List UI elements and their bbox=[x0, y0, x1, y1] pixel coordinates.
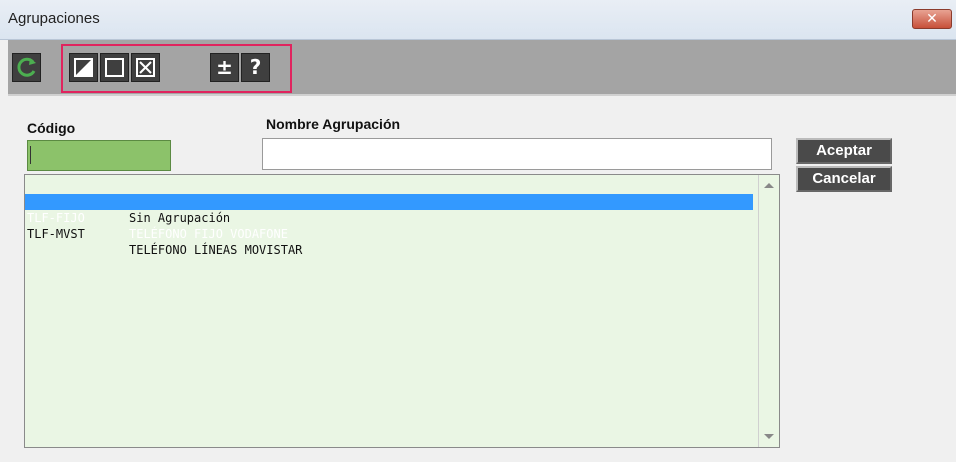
toolbar: ± ? bbox=[8, 40, 956, 96]
empty-square-button[interactable] bbox=[100, 53, 129, 82]
list-item-name: TELÉFONO FIJO VODAFONE bbox=[129, 227, 288, 241]
empty-square-icon bbox=[105, 58, 124, 77]
scroll-down-arrow-icon[interactable] bbox=[764, 434, 774, 439]
refresh-button[interactable] bbox=[12, 53, 41, 82]
code-label: Código bbox=[27, 120, 76, 136]
accept-button[interactable]: Aceptar bbox=[796, 138, 892, 164]
title-bar: Agrupaciones ✕ bbox=[0, 0, 956, 40]
list-item-code: TLF-MVST bbox=[27, 227, 85, 241]
list-scrollbar[interactable] bbox=[758, 175, 779, 447]
agrupaciones-window: Agrupaciones ✕ ± ? Código Nombre Agrupac… bbox=[0, 0, 956, 462]
list-item-selected[interactable]: TLF-FIJO TELÉFONO FIJO VODAFONE bbox=[25, 194, 753, 241]
list-item-name: TELÉFONO LÍNEAS MOVISTAR bbox=[129, 243, 303, 257]
list-item[interactable]: Sin Agrupación bbox=[25, 178, 753, 225]
refresh-icon bbox=[17, 57, 36, 77]
half-square-button[interactable] bbox=[69, 53, 98, 82]
help-button[interactable]: ? bbox=[241, 53, 270, 82]
form-area: Código Nombre Agrupación Sin Agrupación … bbox=[8, 96, 956, 462]
cancel-button[interactable]: Cancelar bbox=[796, 166, 892, 192]
close-icon: ✕ bbox=[926, 11, 938, 27]
list-item[interactable]: TLF-MVST TELÉFONO LÍNEAS MOVISTAR bbox=[25, 210, 753, 257]
code-input[interactable] bbox=[27, 140, 171, 171]
plus-minus-icon: ± bbox=[216, 55, 233, 79]
name-label: Nombre Agrupación bbox=[266, 116, 401, 132]
help-icon: ? bbox=[249, 55, 262, 79]
x-square-button[interactable] bbox=[131, 53, 160, 82]
text-caret bbox=[30, 146, 31, 164]
name-input[interactable] bbox=[262, 138, 772, 170]
half-square-icon bbox=[74, 58, 93, 77]
agrupaciones-list[interactable]: Sin Agrupación TLF-FIJO TELÉFONO FIJO VO… bbox=[24, 174, 780, 448]
scroll-up-arrow-icon[interactable] bbox=[764, 183, 774, 188]
plus-minus-button[interactable]: ± bbox=[210, 53, 239, 82]
window-title: Agrupaciones bbox=[8, 10, 100, 27]
close-button[interactable]: ✕ bbox=[912, 9, 952, 29]
x-square-icon bbox=[136, 58, 155, 77]
